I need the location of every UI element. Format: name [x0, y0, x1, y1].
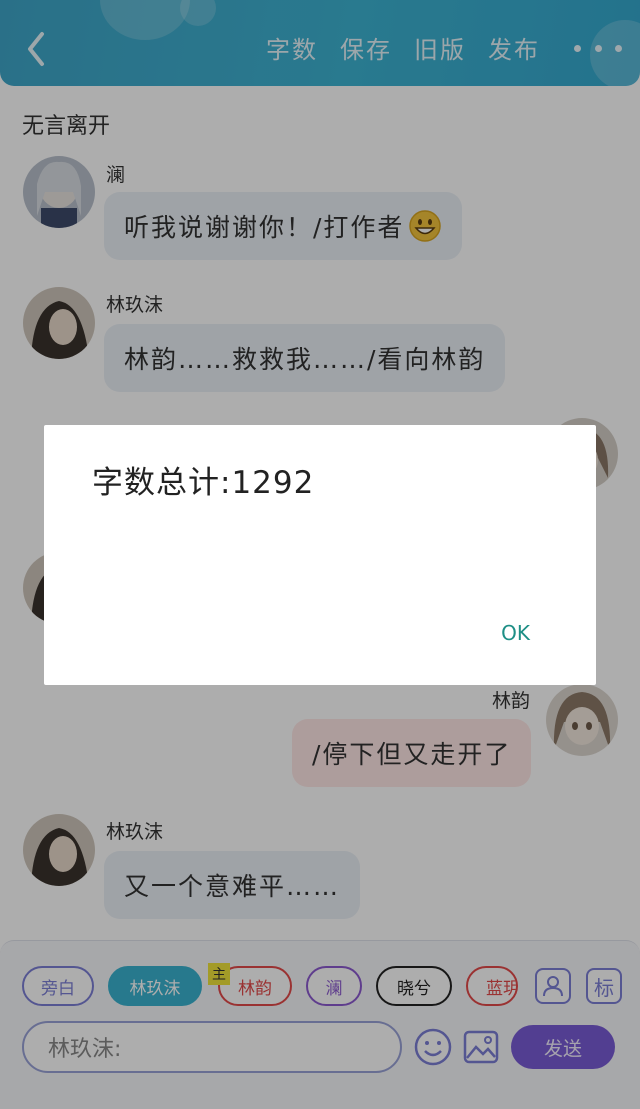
- word-count-dialog: 字数总计:1292 OK: [44, 425, 596, 685]
- ok-button[interactable]: OK: [501, 621, 530, 645]
- dialog-message: 字数总计:1292: [92, 465, 315, 501]
